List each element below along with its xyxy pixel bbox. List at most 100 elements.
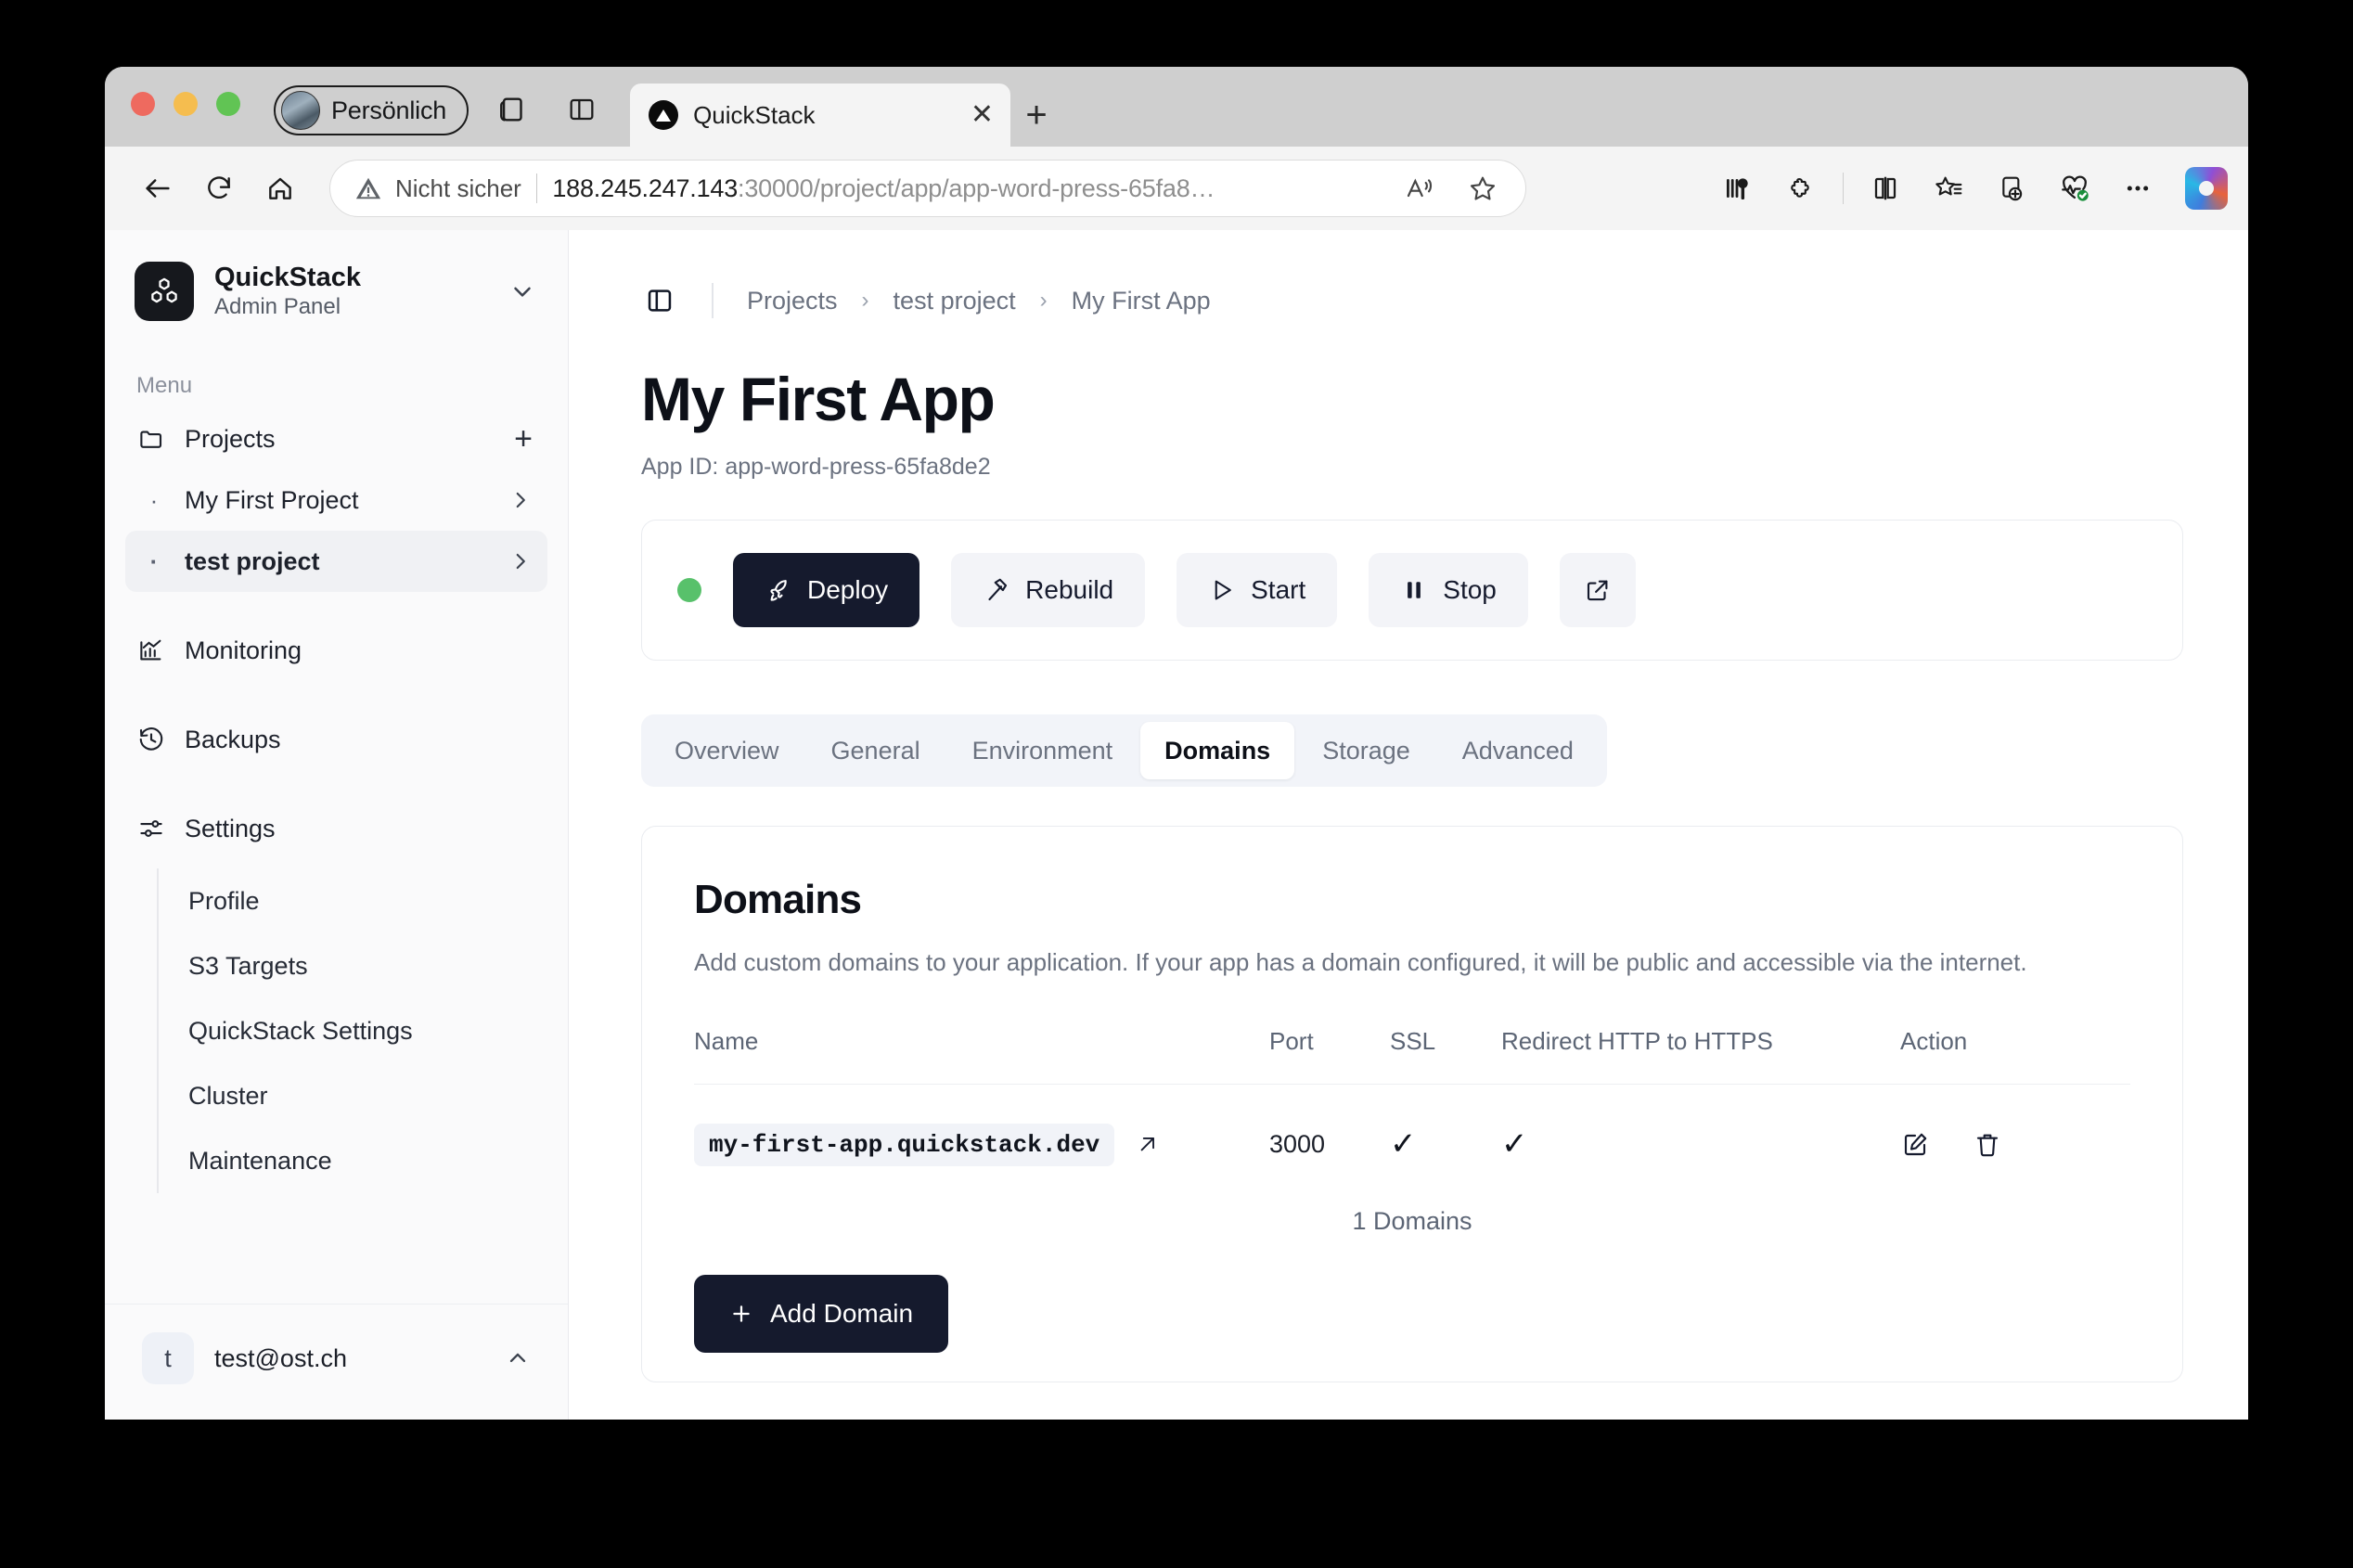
add-domain-button-label: Add Domain [770, 1298, 914, 1328]
chevron-right-icon[interactable] [508, 488, 533, 512]
reload-button[interactable] [190, 160, 248, 217]
tab-advanced[interactable]: Advanced [1438, 722, 1598, 779]
app-settings-tabs: Overview General Environment Domains Sto… [641, 714, 1607, 788]
favorite-star-icon[interactable] [1459, 164, 1507, 212]
table-row: my-first-app.quickstack.dev 3000 ✓ ✓ [694, 1084, 2130, 1203]
favorites-list-icon[interactable] [1920, 160, 1977, 217]
split-pane-icon[interactable] [558, 85, 606, 134]
copilot-icon[interactable] [2185, 167, 2228, 210]
more-options-icon[interactable] [2109, 160, 2167, 217]
browser-tab-strip: Persönlich QuickStack ✕ + [105, 67, 2248, 147]
close-tab-icon[interactable]: ✕ [971, 101, 994, 129]
main-content: Projects › test project › My First App M… [569, 230, 2248, 1420]
stop-button[interactable]: Stop [1369, 553, 1528, 628]
browser-window: Persönlich QuickStack ✕ + Nicht sicher 1… [105, 67, 2248, 1420]
domain-name-chip[interactable]: my-first-app.quickstack.dev [694, 1123, 1115, 1166]
sidebar-item-backups[interactable]: Backups [125, 709, 547, 770]
page-title: My First App [641, 365, 996, 433]
column-header-port: Port [1269, 1026, 1314, 1055]
toolbar-divider [1842, 173, 1844, 204]
user-account-button[interactable]: t test@ost.ch [129, 1325, 544, 1392]
rebuild-button[interactable]: Rebuild [951, 553, 1146, 628]
brand-switcher[interactable]: QuickStack Admin Panel [105, 230, 568, 322]
browser-profile-button[interactable]: Persönlich [274, 85, 469, 135]
rocket-icon [765, 576, 792, 604]
sidebar-item-my-first-project[interactable]: · My First Project [125, 469, 547, 531]
app-actions-card: Deploy Rebuild Start Stop [641, 520, 2183, 662]
breadcrumb-my-first-app[interactable]: My First App [1072, 287, 1211, 315]
avatar: t [142, 1332, 194, 1384]
hammer-icon [983, 576, 1010, 604]
tab-overview[interactable]: Overview [650, 722, 804, 779]
extensions-puzzle-icon[interactable] [1772, 160, 1830, 217]
add-domain-button[interactable]: Add Domain [694, 1274, 949, 1353]
security-warning[interactable]: Nicht sicher [354, 174, 521, 203]
play-icon [1208, 576, 1236, 604]
open-app-external-button[interactable] [1559, 553, 1636, 628]
security-label: Nicht sicher [395, 174, 521, 202]
open-domain-external-icon[interactable] [1135, 1133, 1159, 1157]
split-screen-icon[interactable] [1857, 160, 1914, 217]
deploy-button[interactable]: Deploy [733, 553, 920, 628]
sidebar-item-monitoring[interactable]: Monitoring [125, 620, 547, 681]
breadcrumb-projects[interactable]: Projects [747, 287, 838, 315]
sidebar-item-cluster[interactable]: Cluster [159, 1063, 568, 1128]
tab-domains[interactable]: Domains [1140, 722, 1295, 780]
window-traffic-lights [131, 67, 240, 147]
tab-general[interactable]: General [807, 722, 945, 779]
minimize-window-button[interactable] [174, 92, 198, 116]
brand-title: QuickStack [214, 263, 361, 292]
browser-tab-quickstack[interactable]: QuickStack ✕ [630, 84, 1011, 147]
passwords-key-icon[interactable] [1709, 160, 1767, 217]
delete-domain-icon[interactable] [1973, 1130, 2002, 1160]
cell-ssl: ✓ [1390, 1084, 1501, 1203]
tab-groups-icon[interactable] [489, 85, 537, 134]
sidebar-item-maintenance[interactable]: Maintenance [159, 1128, 568, 1193]
chevron-up-icon[interactable] [505, 1345, 531, 1371]
sidebar-item-settings[interactable]: Settings [125, 798, 547, 859]
sidebar-item-projects-label: Projects [185, 424, 276, 453]
column-header-ssl: SSL [1390, 1026, 1436, 1055]
domains-card: Domains Add custom domains to your appli… [641, 826, 2183, 1383]
column-header-name: Name [694, 1026, 759, 1055]
domains-count-label: 1 Domains [1352, 1206, 1472, 1235]
browser-essentials-health-icon[interactable] [2046, 160, 2103, 217]
edit-domain-icon[interactable] [1900, 1130, 1930, 1160]
url-host: 188.245.247.143 [552, 174, 739, 202]
check-icon: ✓ [1390, 1126, 1417, 1163]
home-button[interactable] [251, 160, 309, 217]
read-aloud-icon[interactable] [1395, 164, 1444, 212]
settings-submenu: Profile S3 Targets QuickStack Settings C… [157, 868, 568, 1194]
sidebar-item-projects[interactable]: Projects + [125, 408, 547, 469]
tab-environment[interactable]: Environment [948, 722, 1138, 779]
sidebar-item-test-project[interactable]: · test project [125, 531, 547, 593]
profile-avatar-icon [281, 91, 320, 130]
collections-add-icon[interactable] [1983, 160, 2040, 217]
sidebar-item-profile[interactable]: Profile [159, 868, 568, 933]
breadcrumb-test-project[interactable]: test project [894, 287, 1016, 315]
tab-storage[interactable]: Storage [1298, 722, 1434, 779]
cell-port: 3000 [1269, 1130, 1326, 1159]
close-window-button[interactable] [131, 92, 155, 116]
browser-tab-title: QuickStack [693, 100, 816, 129]
chevron-down-icon[interactable] [508, 277, 540, 305]
sidebar-item-my-first-project-label: My First Project [185, 485, 359, 514]
url-text[interactable]: 188.245.247.143:30000/project/app/app-wo… [552, 174, 1381, 203]
chevron-right-icon[interactable] [508, 549, 533, 573]
back-button[interactable] [129, 160, 186, 217]
omnibox-divider [535, 174, 538, 203]
sidebar-toggle-icon[interactable] [641, 282, 678, 319]
sidebar-item-s3-targets[interactable]: S3 Targets [159, 933, 568, 998]
app-sidebar: QuickStack Admin Panel Menu Projects + ·… [105, 230, 569, 1420]
sidebar-footer: t test@ost.ch [105, 1304, 568, 1420]
url-bar[interactable]: Nicht sicher 188.245.247.143:30000/proje… [329, 160, 1526, 217]
new-tab-button[interactable]: + [1010, 84, 1062, 147]
sidebar-item-quickstack-settings[interactable]: QuickStack Settings [159, 998, 568, 1063]
check-icon: ✓ [1501, 1126, 1528, 1163]
maximize-window-button[interactable] [216, 92, 240, 116]
start-button[interactable]: Start [1176, 553, 1338, 628]
sidebar-item-monitoring-label: Monitoring [185, 636, 302, 664]
add-project-icon[interactable]: + [514, 423, 533, 455]
page-viewport: QuickStack Admin Panel Menu Projects + ·… [105, 230, 2248, 1420]
